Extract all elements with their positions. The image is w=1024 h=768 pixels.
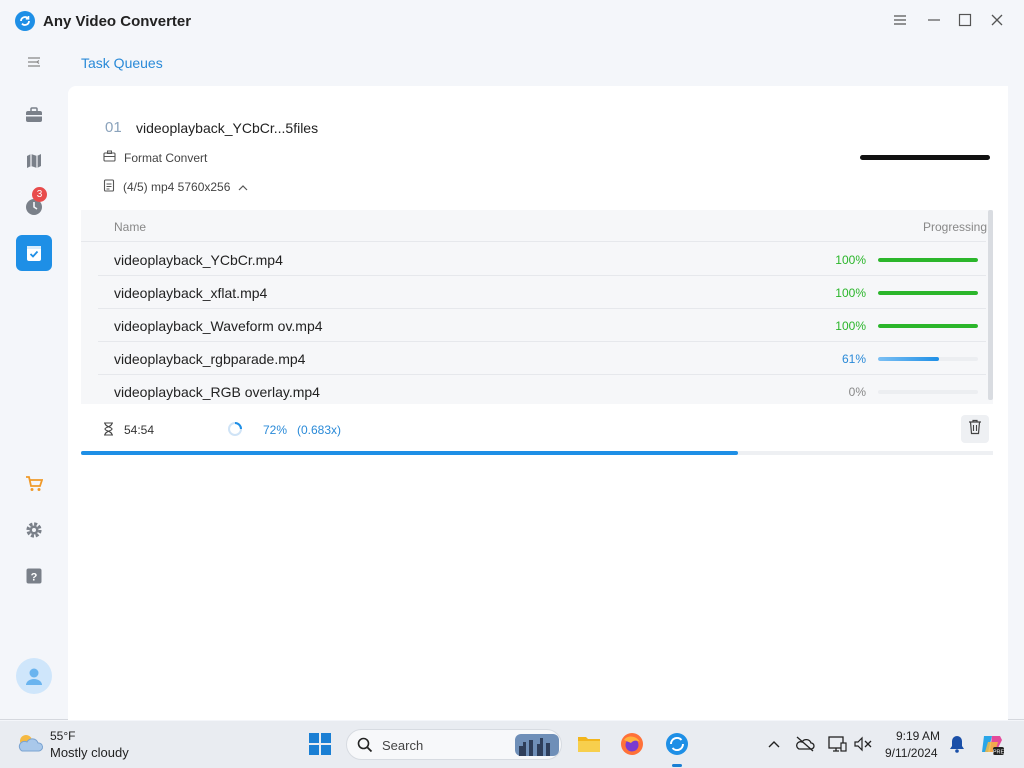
file-progress-bar (878, 258, 978, 262)
trash-icon (968, 419, 982, 440)
maximize-button[interactable] (955, 10, 975, 30)
column-progress: Progressing (922, 220, 987, 234)
file-list-header: Name Progressing (81, 210, 987, 242)
weather-temp: 55°F (50, 729, 76, 743)
display-icon[interactable] (825, 732, 849, 756)
cart-icon[interactable] (16, 466, 52, 502)
elapsed-time: 54:54 (124, 423, 155, 437)
svg-text:?: ? (31, 572, 38, 584)
clock-date[interactable]: 9/11/2024 (885, 746, 938, 760)
file-name: videoplayback_Waveform ov.mp4 (114, 318, 323, 334)
weather-desc: Mostly cloudy (50, 745, 129, 760)
minimize-button[interactable] (924, 10, 944, 30)
file-progress-bar (878, 291, 978, 295)
task-summary: 54:54 72% (0.683x) (81, 406, 993, 456)
task-index: 01 (105, 119, 122, 136)
file-percent: 100% (835, 286, 866, 300)
close-button[interactable] (987, 10, 1007, 30)
app-window: Any Video Converter 3 ? Task Queues 01 v… (0, 0, 1024, 720)
conversion-speed: (0.683x) (297, 423, 342, 437)
clock-time[interactable]: 9:19 AM (896, 729, 940, 743)
overall-percent: 72% (263, 423, 288, 437)
toolbox-icon[interactable] (16, 97, 52, 133)
file-list: Name Progressing videoplayback_YCbCr.mp4… (81, 210, 993, 408)
file-row[interactable]: videoplayback_rgbparade.mp4 61% (98, 342, 986, 375)
task-panel: 01 videoplayback_YCbCr...5files Format C… (68, 86, 1008, 720)
chevron-up-tray-icon[interactable] (762, 732, 786, 756)
file-row[interactable]: videoplayback_YCbCr.mp4 100% (98, 243, 986, 276)
file-info-icon (103, 179, 115, 195)
map-icon[interactable] (16, 143, 52, 179)
briefcase-icon (103, 150, 116, 165)
help-icon[interactable]: ? (16, 558, 52, 594)
file-progress-fill (878, 357, 939, 361)
settings-icon[interactable] (16, 512, 52, 548)
taskbar-search[interactable]: Search (346, 729, 562, 760)
column-name: Name (114, 220, 147, 234)
windows-start-icon[interactable] (308, 732, 332, 756)
file-progress-fill (878, 324, 978, 328)
search-highlight-icon (515, 734, 559, 761)
history-badge: 3 (32, 187, 47, 202)
search-label: Search (382, 738, 424, 753)
hourglass-icon (103, 422, 114, 441)
file-progress-fill (878, 291, 978, 295)
page-title: Task Queues (81, 55, 163, 71)
copilot-icon[interactable]: PRE (980, 732, 1004, 756)
app-title: Any Video Converter (43, 13, 192, 30)
file-name: videoplayback_RGB overlay.mp4 (114, 384, 320, 400)
task-type: Format Convert (103, 150, 207, 165)
spinner-icon (227, 421, 243, 442)
file-progress-fill (878, 258, 978, 262)
cloud-offline-icon[interactable] (793, 732, 817, 756)
file-row[interactable]: videoplayback_Waveform ov.mp4 100% (98, 309, 986, 342)
file-row[interactable]: videoplayback_RGB overlay.mp4 0% (98, 375, 986, 408)
redacted-bar (860, 155, 990, 160)
file-percent: 100% (835, 253, 866, 267)
file-row[interactable]: videoplayback_xflat.mp4 100% (98, 276, 986, 309)
task-name: videoplayback_YCbCr...5files (136, 120, 319, 136)
file-percent: 100% (835, 319, 866, 333)
file-percent: 61% (841, 352, 866, 366)
task-details-toggle[interactable]: (4/5) mp4 5760x256 (103, 179, 248, 195)
chevron-up-icon[interactable] (238, 180, 248, 194)
file-explorer-icon[interactable] (577, 732, 601, 756)
search-icon (357, 737, 373, 758)
weather-cloud-icon[interactable] (16, 731, 44, 760)
taskbar: 55°F Mostly cloudy Search 9:19 AM 9/11/2… (0, 721, 1024, 768)
notification-bell-icon[interactable] (945, 732, 969, 756)
task-queue-icon[interactable] (16, 235, 52, 271)
sidebar: 3 ? (0, 40, 68, 720)
file-percent: 0% (848, 385, 866, 399)
task-details-label: (4/5) mp4 5760x256 (123, 180, 231, 194)
file-progress-bar (878, 357, 978, 361)
firefox-icon[interactable] (620, 732, 644, 756)
network-volume-icon[interactable] (851, 732, 875, 756)
overall-progress-fill (81, 451, 738, 455)
delete-task-button[interactable] (961, 415, 989, 443)
svg-text:PRE: PRE (993, 749, 1004, 755)
overall-progress-bar (81, 451, 993, 455)
file-progress-bar (878, 324, 978, 328)
collapse-menu-icon[interactable] (16, 44, 52, 80)
file-name: videoplayback_xflat.mp4 (114, 285, 268, 301)
task-type-label: Format Convert (124, 150, 208, 165)
app-logo-icon (15, 11, 35, 31)
file-name: videoplayback_rgbparade.mp4 (114, 351, 306, 367)
file-name: videoplayback_YCbCr.mp4 (114, 252, 283, 268)
menu-hamburger-icon[interactable] (890, 10, 910, 30)
user-avatar[interactable] (16, 658, 52, 694)
file-list-scrollbar[interactable] (988, 210, 993, 400)
title-bar: Any Video Converter (0, 0, 1024, 40)
any-video-converter-taskbar-icon[interactable] (665, 732, 689, 756)
file-progress-bar (878, 390, 978, 394)
active-app-indicator (672, 764, 682, 767)
